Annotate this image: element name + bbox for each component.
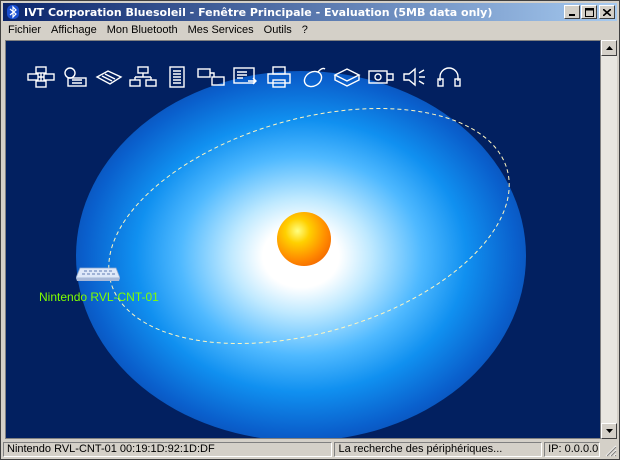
close-icon [603,8,611,16]
main-window: IVT Corporation Bluesoleil - Fenêtre Pri… [0,0,620,460]
device-label[interactable]: Nintendo RVL-CNT-01 [39,290,159,304]
menu-affichage[interactable]: Affichage [46,22,102,39]
arrow-up-icon [605,46,613,50]
device-map[interactable]: Nintendo RVL-CNT-01 [5,40,601,439]
service-toolbar [24,63,466,91]
window-title: IVT Corporation Bluesoleil - Fenêtre Pri… [24,5,493,19]
scroll-up-button[interactable] [601,40,617,56]
menu-mes-services[interactable]: Mes Services [183,22,259,39]
status-ip: IP: 0.0.0.0 [544,442,601,457]
maximize-button[interactable] [581,5,597,19]
window-controls [563,5,615,19]
personal-area-network-icon[interactable] [24,63,58,91]
human-interface-device-icon[interactable] [296,63,330,91]
bluetooth-icon [6,5,20,19]
fax-icon[interactable] [92,63,126,91]
menu-fichier[interactable]: Fichier [3,22,46,39]
status-bar: Nintendo RVL-CNT-01 00:19:1D:92:1D:DF La… [3,441,617,458]
maximize-icon [584,7,594,17]
basic-imaging-icon[interactable] [330,63,364,91]
menu-help[interactable]: ? [297,22,313,39]
dial-up-networking-icon[interactable] [58,63,92,91]
status-device: Nintendo RVL-CNT-01 00:19:1D:92:1D:DF [3,442,333,457]
audio-icon[interactable] [398,63,432,91]
printer-icon[interactable] [262,63,296,91]
keyboard-device-icon[interactable] [76,266,120,282]
menu-mon-bluetooth[interactable]: Mon Bluetooth [102,22,183,39]
lan-access-icon[interactable] [126,63,160,91]
scroll-down-button[interactable] [601,423,617,439]
object-push-icon[interactable] [228,63,262,91]
arrow-down-icon [605,429,613,433]
minimize-icon [569,13,575,16]
menu-outils[interactable]: Outils [259,22,297,39]
title-bar[interactable]: IVT Corporation Bluesoleil - Fenêtre Pri… [3,3,617,21]
vertical-scrollbar[interactable] [601,40,617,439]
close-button[interactable] [599,5,615,19]
headset-icon[interactable] [432,63,466,91]
menu-bar: Fichier Affichage Mon Bluetooth Mes Serv… [3,22,617,39]
resize-grip-icon[interactable] [603,443,617,457]
synchronization-icon[interactable] [194,63,228,91]
file-transfer-icon[interactable] [160,63,194,91]
local-device-sun[interactable] [277,212,331,266]
minimize-button[interactable] [564,5,580,19]
status-message: La recherche des périphériques... [334,442,543,457]
serial-port-icon[interactable] [364,63,398,91]
